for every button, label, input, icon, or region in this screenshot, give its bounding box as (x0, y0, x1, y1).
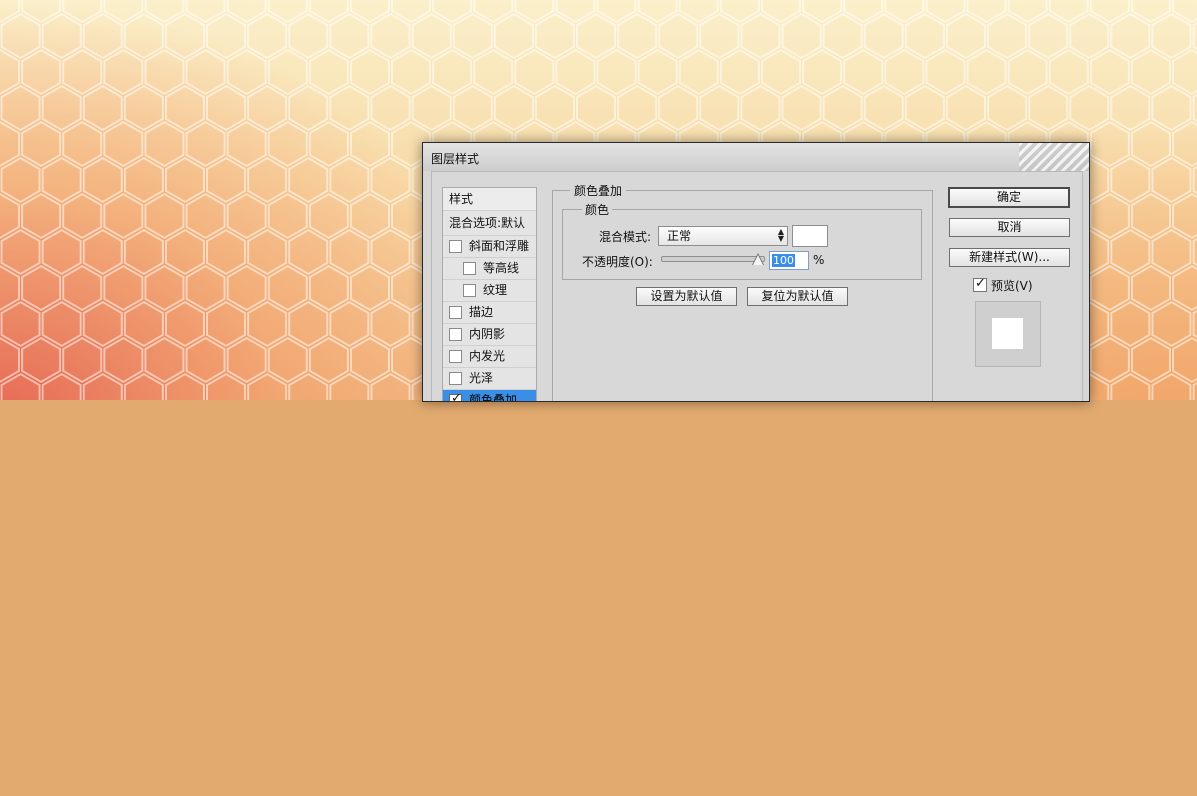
opacity-slider-thumb[interactable] (753, 255, 763, 265)
opacity-input[interactable]: 100 (769, 251, 809, 270)
canvas-lower-area (0, 400, 1197, 796)
sidebar-item-blend-options[interactable]: 混合选项:默认 (443, 211, 536, 236)
sidebar-item-label: 内阴影 (469, 327, 506, 341)
blend-mode-select[interactable]: 正常 ▲ ▼ (658, 226, 788, 246)
sidebar-item-contour[interactable]: 等高线 (443, 258, 536, 280)
contour-checkbox[interactable] (463, 262, 476, 275)
updown-arrows-icon: ▲ ▼ (777, 227, 784, 243)
reset-default-button[interactable]: 复位为默认值 (747, 287, 848, 306)
opacity-value: 100 (772, 254, 795, 267)
sidebar-item-inner-glow[interactable]: 内发光 (443, 346, 536, 368)
dialog-titlebar[interactable]: 图层样式 (423, 143, 1089, 171)
check-icon: ✓ (451, 391, 462, 402)
sidebar-header: 样式 (443, 188, 536, 211)
sidebar-item-texture[interactable]: 纹理 (443, 280, 536, 302)
bevel-emboss-checkbox[interactable] (449, 240, 462, 253)
sidebar-item-label: 内发光 (469, 349, 506, 363)
overlay-color-swatch[interactable] (792, 225, 828, 247)
sidebar-item-color-overlay[interactable]: ✓ 颜色叠加 (443, 390, 536, 402)
ok-button[interactable]: 确定 (948, 187, 1070, 208)
layer-style-dialog: 图层样式 样式 混合选项:默认 斜面和浮雕 等高线 纹理 描边 内阴影 内发光 (422, 142, 1090, 402)
new-style-button[interactable]: 新建样式(W)... (949, 248, 1070, 267)
cancel-button[interactable]: 取消 (949, 218, 1070, 237)
sidebar-item-label: 颜色叠加 (469, 393, 518, 402)
blend-mode-label: 混合模式: (599, 230, 652, 244)
sidebar-item-label: 描边 (469, 305, 494, 319)
sidebar-item-label: 等高线 (483, 261, 520, 275)
sidebar-item-bevel-emboss[interactable]: 斜面和浮雕 (443, 236, 536, 258)
satin-checkbox[interactable] (449, 372, 462, 385)
color-subgroup-title: 颜色 (582, 201, 613, 218)
preview-checkbox[interactable]: ✓ (973, 276, 987, 292)
sidebar-item-label: 混合选项:默认 (449, 216, 526, 230)
color-overlay-checkbox[interactable]: ✓ (449, 391, 462, 402)
opacity-label: 不透明度(O): (582, 255, 653, 269)
set-default-button[interactable]: 设置为默认值 (636, 287, 737, 306)
inner-shadow-checkbox[interactable] (449, 328, 462, 341)
style-preview-thumbnail (975, 301, 1041, 367)
sidebar-item-satin[interactable]: 光泽 (443, 368, 536, 390)
sidebar-item-label: 纹理 (483, 283, 508, 297)
check-icon: ✓ (975, 276, 986, 291)
blend-mode-value: 正常 (667, 229, 692, 243)
sidebar-item-label: 斜面和浮雕 (469, 239, 530, 253)
sidebar-item-label: 光泽 (469, 371, 494, 385)
inner-glow-checkbox[interactable] (449, 350, 462, 363)
texture-checkbox[interactable] (463, 284, 476, 297)
stroke-checkbox[interactable] (449, 306, 462, 319)
opacity-unit: % (813, 253, 825, 267)
dialog-title: 图层样式 (431, 152, 480, 166)
sidebar-item-inner-shadow[interactable]: 内阴影 (443, 324, 536, 346)
opacity-slider[interactable] (661, 256, 765, 262)
color-overlay-group-title: 颜色叠加 (570, 182, 627, 199)
preview-label: 预览(V) (991, 279, 1033, 293)
sidebar-header-label: 样式 (449, 192, 474, 206)
titlebar-grip (1019, 143, 1089, 171)
sidebar-item-stroke[interactable]: 描边 (443, 302, 536, 324)
style-preview-swatch (992, 318, 1023, 349)
styles-sidebar: 样式 混合选项:默认 斜面和浮雕 等高线 纹理 描边 内阴影 内发光 光泽 ✓ … (442, 187, 537, 402)
